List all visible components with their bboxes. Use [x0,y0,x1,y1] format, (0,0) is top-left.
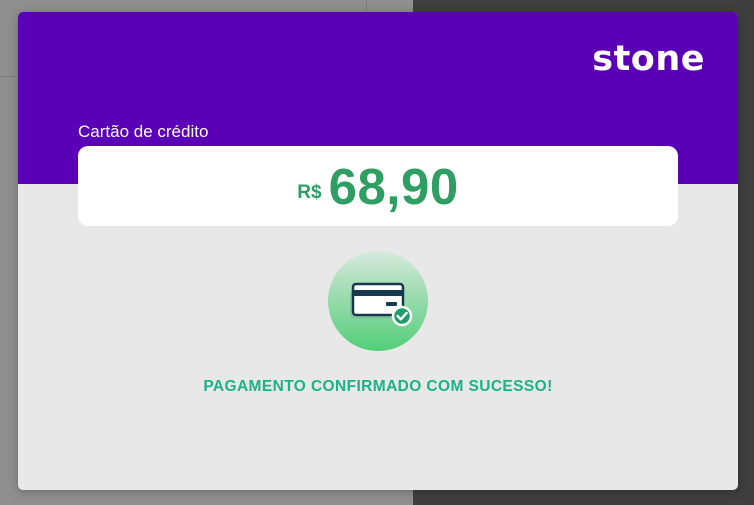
payment-status-message: PAGAMENTO CONFIRMADO COM SUCESSO! [203,378,553,395]
brand-logo: stone [592,39,705,79]
payment-confirmation-modal: stone Cartão de crédito R$ 68,90 PAGAMEN… [18,12,738,490]
payment-success-badge [328,251,428,351]
amount-card: R$ 68,90 [78,146,678,226]
payment-method-label: Cartão de crédito [78,122,209,141]
credit-card-check-icon [350,282,413,327]
currency-symbol: R$ [297,182,322,203]
backdrop-divider [0,76,18,77]
backdrop-divider [366,0,367,12]
payment-amount: 68,90 [328,157,459,215]
